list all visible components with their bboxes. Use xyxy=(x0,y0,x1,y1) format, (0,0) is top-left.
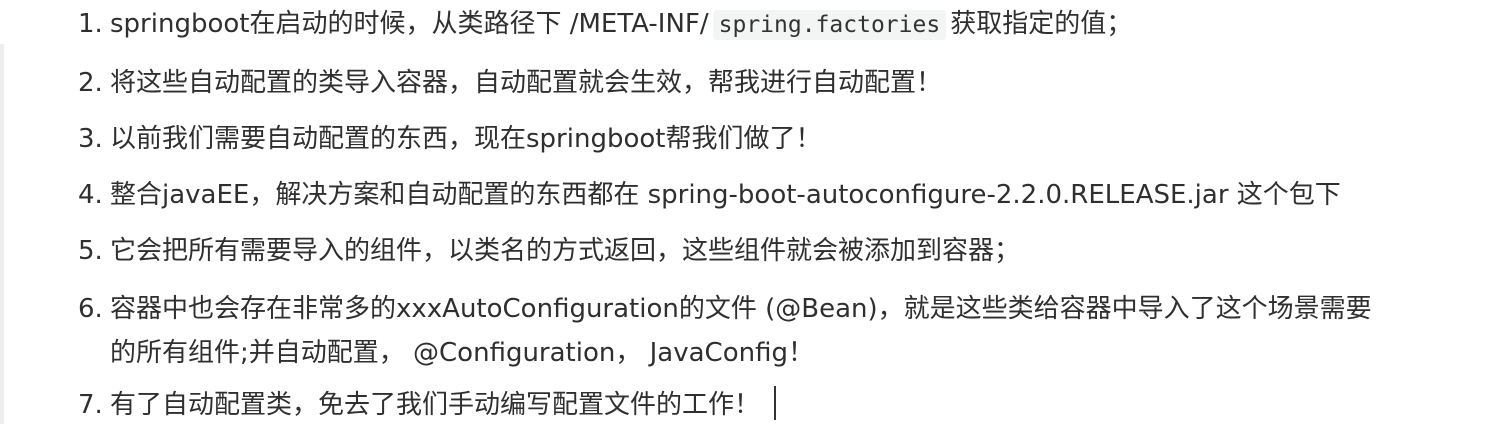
list-item-number: 4. xyxy=(78,180,103,210)
list-item-text-line-1: 容器中也会存在非常多的xxxAutoConfiguration的文件 (@Bea… xyxy=(110,294,1372,324)
list-item: 7. 有了自动配置类，免去了我们手动编写配置文件的工作！ xyxy=(0,383,1460,427)
list-item-number: 2. xyxy=(78,68,103,98)
list-item-text: 获取指定的值； xyxy=(950,9,1133,39)
list-item-text: springboot在启动的时候，从类路径下 /META-INF/ xyxy=(110,9,709,39)
list-item-text: 将这些自动配置的类导入容器，自动配置就会生效，帮我进行自动配置！ xyxy=(110,68,943,98)
list-item-text: 整合javaEE，解决方案和自动配置的东西都在 spring-boot-auto… xyxy=(110,180,1341,210)
list-item: 1. springboot在启动的时候，从类路径下 /META-INF/spri… xyxy=(0,2,1460,47)
ordered-list: 1. springboot在启动的时候，从类路径下 /META-INF/spri… xyxy=(0,0,1460,427)
list-item-number: 3. xyxy=(78,124,103,154)
list-item-text: 以前我们需要自动配置的东西，现在springboot帮我们做了！ xyxy=(110,124,822,154)
list-item: 2. 将这些自动配置的类导入容器，自动配置就会生效，帮我进行自动配置！ xyxy=(0,61,1460,105)
list-item-text: 它会把所有需要导入的组件，以类名的方式返回，这些组件就会被添加到容器； xyxy=(110,236,1021,266)
list-item-number: 7. xyxy=(78,390,103,420)
list-item: 6. 容器中也会存在非常多的xxxAutoConfiguration的文件 (@… xyxy=(0,287,1460,375)
list-item-number: 6. xyxy=(78,294,103,324)
list-item-number: 5. xyxy=(78,236,103,266)
list-item-text-line-2: 的所有组件;并自动配置， @Configuration， JavaConfig！ xyxy=(110,338,814,368)
list-item-text: 有了自动配置类，免去了我们手动编写配置文件的工作！ xyxy=(110,390,761,420)
list-item-content[interactable]: 有了自动配置类，免去了我们手动编写配置文件的工作！ xyxy=(110,383,1460,427)
list-item: 4. 整合javaEE，解决方案和自动配置的东西都在 spring-boot-a… xyxy=(0,173,1460,217)
text-cursor xyxy=(774,386,777,420)
list-item-content: springboot在启动的时候，从类路径下 /META-INF/spring.… xyxy=(110,2,1460,47)
list-item: 3. 以前我们需要自动配置的东西，现在springboot帮我们做了！ xyxy=(0,117,1460,161)
inline-code: spring.factories xyxy=(712,10,947,40)
list-item: 5. 它会把所有需要导入的组件，以类名的方式返回，这些组件就会被添加到容器； xyxy=(0,229,1460,273)
list-item-number: 1. xyxy=(78,9,103,39)
